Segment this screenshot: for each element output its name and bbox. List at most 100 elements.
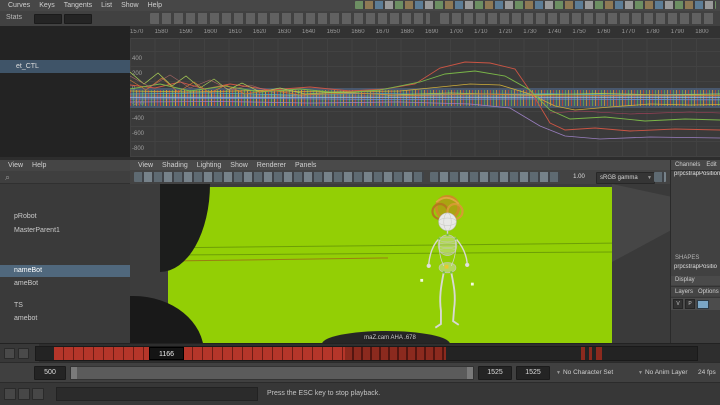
ruler-label: 1680 — [400, 29, 414, 35]
menu-item[interactable]: Help — [148, 2, 162, 9]
display-layer-row[interactable]: V P — [671, 297, 720, 310]
timeline-option-icon[interactable] — [18, 348, 29, 359]
script-editor-icon[interactable] — [18, 388, 30, 400]
range-handle-right[interactable] — [467, 367, 473, 379]
ruler-label: 1580 — [154, 29, 168, 35]
ruler-label: 1570 — [130, 29, 144, 35]
menu-item[interactable]: List — [101, 2, 112, 9]
outliner-item[interactable]: TS — [0, 300, 130, 312]
ruler-label: 1650 — [326, 29, 340, 35]
graph-editor-panel: Curves Keys Tangents List Show Help Stats et_… — [0, 0, 720, 157]
outliner-item[interactable]: amebot — [0, 313, 130, 325]
character-legs — [434, 272, 460, 329]
viewport-panel: View Shading Lighting Show Renderer Panels 1.… — [130, 160, 670, 343]
ruler-label: 1660 — [351, 29, 365, 35]
shapes-section-label: SHAPES — [675, 255, 700, 261]
ruler-label: 1790 — [670, 29, 685, 35]
range-slider-bar: 500 1525 1525 ▼ No Character Set ▼ No Anim… — [0, 362, 720, 383]
menu-item[interactable]: Edit — [706, 162, 716, 168]
timeline-option-icon[interactable] — [4, 348, 15, 359]
menu-item[interactable]: View — [138, 162, 153, 169]
animation-curves — [130, 61, 720, 140]
fps-indicator[interactable]: 24 fps — [698, 367, 716, 378]
viewport-canvas[interactable]: maZ.cam AHA .678 — [130, 184, 670, 343]
graph-editor-toolbar: Stats — [0, 11, 720, 27]
time-slider[interactable]: 1166 — [0, 343, 720, 363]
command-line-icon[interactable] — [4, 388, 16, 400]
character-set-dropdown[interactable]: ▼ No Character Set — [556, 367, 613, 378]
viewport-toolbar: 1.00 sRGB gamma ▼ — [130, 170, 670, 185]
layer-editor-tab[interactable]: Display — [671, 276, 720, 285]
command-line-input[interactable] — [56, 387, 258, 401]
menu-item[interactable]: Tangents — [64, 2, 92, 9]
viewport-toolbar-icons-left[interactable] — [134, 172, 424, 182]
channel-item[interactable]: et_CTL — [0, 60, 130, 73]
status-bar: Press the ESC key to stop playback. — [0, 382, 720, 405]
character-rig[interactable] — [410, 188, 485, 338]
off-camera-region — [612, 184, 670, 343]
chevron-down-icon: ▼ — [647, 175, 652, 181]
stage-line-red — [168, 257, 388, 262]
viewport-toolbar-icons-right[interactable] — [654, 172, 666, 182]
viewport-toolbar-icons-mid[interactable] — [430, 172, 560, 182]
range-end-field[interactable]: 1525 — [478, 366, 512, 380]
ruler-label: 1780 — [646, 29, 660, 35]
shape-node-name[interactable]: prpcstrapPositio — [671, 264, 720, 270]
stage-line — [168, 251, 612, 256]
menu-item[interactable]: Channels — [675, 162, 700, 168]
animation-end-field[interactable]: 1525 — [516, 366, 550, 380]
layer-playback-toggle[interactable]: P — [685, 299, 695, 309]
chevron-down-icon: ▼ — [556, 370, 561, 376]
keyframe-region — [54, 347, 149, 360]
keyframe-region-dim — [581, 347, 585, 360]
channel-box-menus: Channels Edit — [671, 160, 720, 170]
search-icon[interactable]: ⌕ — [5, 171, 10, 183]
menu-item[interactable]: Curves — [8, 2, 30, 9]
outliner-item[interactable]: ameBot — [0, 278, 130, 290]
menu-item[interactable]: Show — [230, 162, 248, 169]
view-transform-dropdown[interactable]: sRGB gamma ▼ — [596, 172, 655, 184]
menu-item[interactable]: Layers — [675, 289, 693, 295]
outliner-item[interactable]: pRobot — [0, 211, 130, 223]
graph-toolbar-icons-right[interactable] — [440, 13, 715, 24]
ruler-label: 1700 — [449, 29, 463, 35]
outliner-list[interactable]: pRobot MasterParent1 nameBot ameBot TS a… — [0, 183, 130, 343]
menu-item[interactable]: Show — [121, 2, 139, 9]
help-line-icon[interactable] — [32, 388, 44, 400]
anim-layer-dropdown[interactable]: ▼ No Anim Layer — [638, 367, 688, 378]
menu-item[interactable]: View — [8, 162, 23, 169]
timeline-track[interactable]: 1166 — [35, 346, 698, 361]
keyframe-region-dim — [589, 347, 592, 360]
keyframe-region-dim — [345, 347, 446, 360]
menu-item[interactable]: Keys — [39, 2, 55, 9]
ruler-label: 1800 — [695, 29, 709, 35]
animation-start-field[interactable]: 500 — [34, 366, 66, 380]
ruler-label: 1690 — [424, 29, 439, 35]
graph-editor-menubar-icons[interactable] — [355, 1, 716, 9]
range-handle-left[interactable] — [71, 367, 77, 379]
outliner-menus: View Help — [0, 160, 130, 171]
outliner-item[interactable]: nameBot — [0, 265, 130, 277]
menu-item[interactable]: Panels — [295, 162, 316, 169]
ruler-label: 1600 — [203, 29, 218, 35]
menu-item[interactable]: Shading — [162, 162, 188, 169]
selected-object-name[interactable]: prpcstrapPosition_ — [671, 171, 720, 177]
layer-editor-empty-area — [671, 310, 720, 343]
ruler-label: 1770 — [621, 29, 635, 35]
outliner-item[interactable]: MasterParent1 — [0, 225, 130, 237]
range-slider[interactable] — [70, 366, 474, 380]
current-frame-indicator[interactable]: 1166 — [149, 347, 184, 360]
graph-channel-tree[interactable]: et_CTL — [0, 26, 131, 157]
graph-toolbar-icons-left[interactable] — [150, 13, 430, 24]
menu-item[interactable]: Help — [32, 162, 46, 169]
exposure-field[interactable]: 1.00 — [567, 173, 591, 181]
stats-field-1[interactable] — [34, 14, 62, 24]
keyframe-region-dim — [596, 347, 602, 360]
graph-curve-area[interactable]: 1570 1580 1590 1600 1610 1620 1630 1640 1650 1660… — [130, 26, 720, 157]
menu-item[interactable]: Lighting — [197, 162, 222, 169]
layer-color-swatch[interactable] — [697, 299, 709, 309]
stats-field-2[interactable] — [64, 14, 92, 24]
menu-item[interactable]: Renderer — [257, 162, 286, 169]
menu-item[interactable]: Options — [698, 289, 719, 295]
layer-visibility-toggle[interactable]: V — [673, 299, 683, 309]
